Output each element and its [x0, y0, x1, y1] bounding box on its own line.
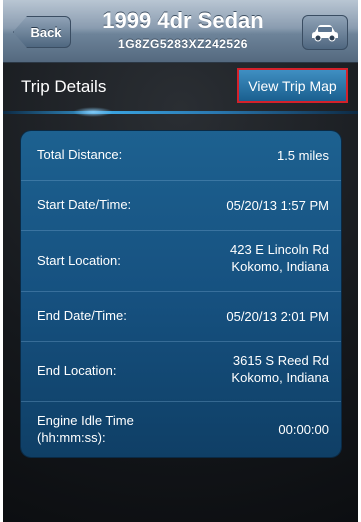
label-line: Engine Idle Time	[37, 413, 134, 428]
navigation-bar: Back 1999 4dr Sedan 1G8ZG5283XZ242526	[3, 0, 358, 63]
vehicle-vin: 1G8ZG5283XZ242526	[118, 37, 248, 51]
detail-row-end-location: End Location: 3615 S Reed Rd Kokomo, Ind…	[21, 342, 341, 402]
back-button[interactable]: Back	[13, 16, 71, 48]
detail-row-end-datetime: End Date/Time: 05/20/13 2:01 PM	[21, 292, 341, 342]
section-title: Trip Details	[21, 77, 107, 96]
detail-label: Start Location:	[37, 253, 121, 268]
divider-glow	[73, 107, 113, 117]
detail-value: 05/20/13 1:57 PM	[226, 198, 329, 213]
detail-label: Start Date/Time:	[37, 197, 132, 212]
detail-value: 3615 S Reed Rd Kokomo, Indiana	[231, 352, 329, 386]
city-line: Kokomo, Indiana	[231, 259, 329, 274]
phone-screen: Back 1999 4dr Sedan 1G8ZG5283XZ242526 Tr…	[3, 0, 358, 522]
detail-row-engine-idle-time: Engine Idle Time (hh:mm:ss): 00:00:00	[21, 402, 341, 457]
detail-value: 1.5 miles	[276, 148, 329, 163]
detail-value: 05/20/13 2:01 PM	[226, 309, 329, 324]
detail-row-total-distance: Total Distance: 1.5 miles	[21, 131, 341, 181]
detail-label: Total Distance:	[37, 147, 123, 162]
vehicle-title: 1999 4dr Sedan	[102, 8, 264, 33]
address-line: 423 E Lincoln Rd	[229, 242, 329, 257]
detail-row-start-datetime: Start Date/Time: 05/20/13 1:57 PM	[21, 181, 341, 231]
detail-label: End Location:	[37, 363, 117, 378]
trip-details-view: Trip Details View Trip Map Total Distanc…	[3, 63, 358, 522]
label-line: (hh:mm:ss):	[37, 430, 106, 445]
address-line: 3615 S Reed Rd	[232, 353, 329, 368]
trip-details-card: Total Distance: 1.5 miles Start Date/Tim…	[21, 131, 341, 457]
detail-value: 00:00:00	[278, 422, 329, 437]
view-trip-map-button[interactable]: View Trip Map	[237, 68, 348, 103]
detail-label: End Date/Time:	[37, 308, 127, 323]
vehicle-button[interactable]	[302, 15, 348, 50]
divider	[3, 111, 358, 114]
detail-value: 423 E Lincoln Rd Kokomo, Indiana	[230, 241, 329, 275]
detail-label: Engine Idle Time (hh:mm:ss):	[37, 412, 134, 446]
detail-row-start-location: Start Location: 423 E Lincoln Rd Kokomo,…	[21, 231, 341, 292]
car-icon	[312, 24, 338, 41]
city-line: Kokomo, Indiana	[231, 370, 329, 385]
